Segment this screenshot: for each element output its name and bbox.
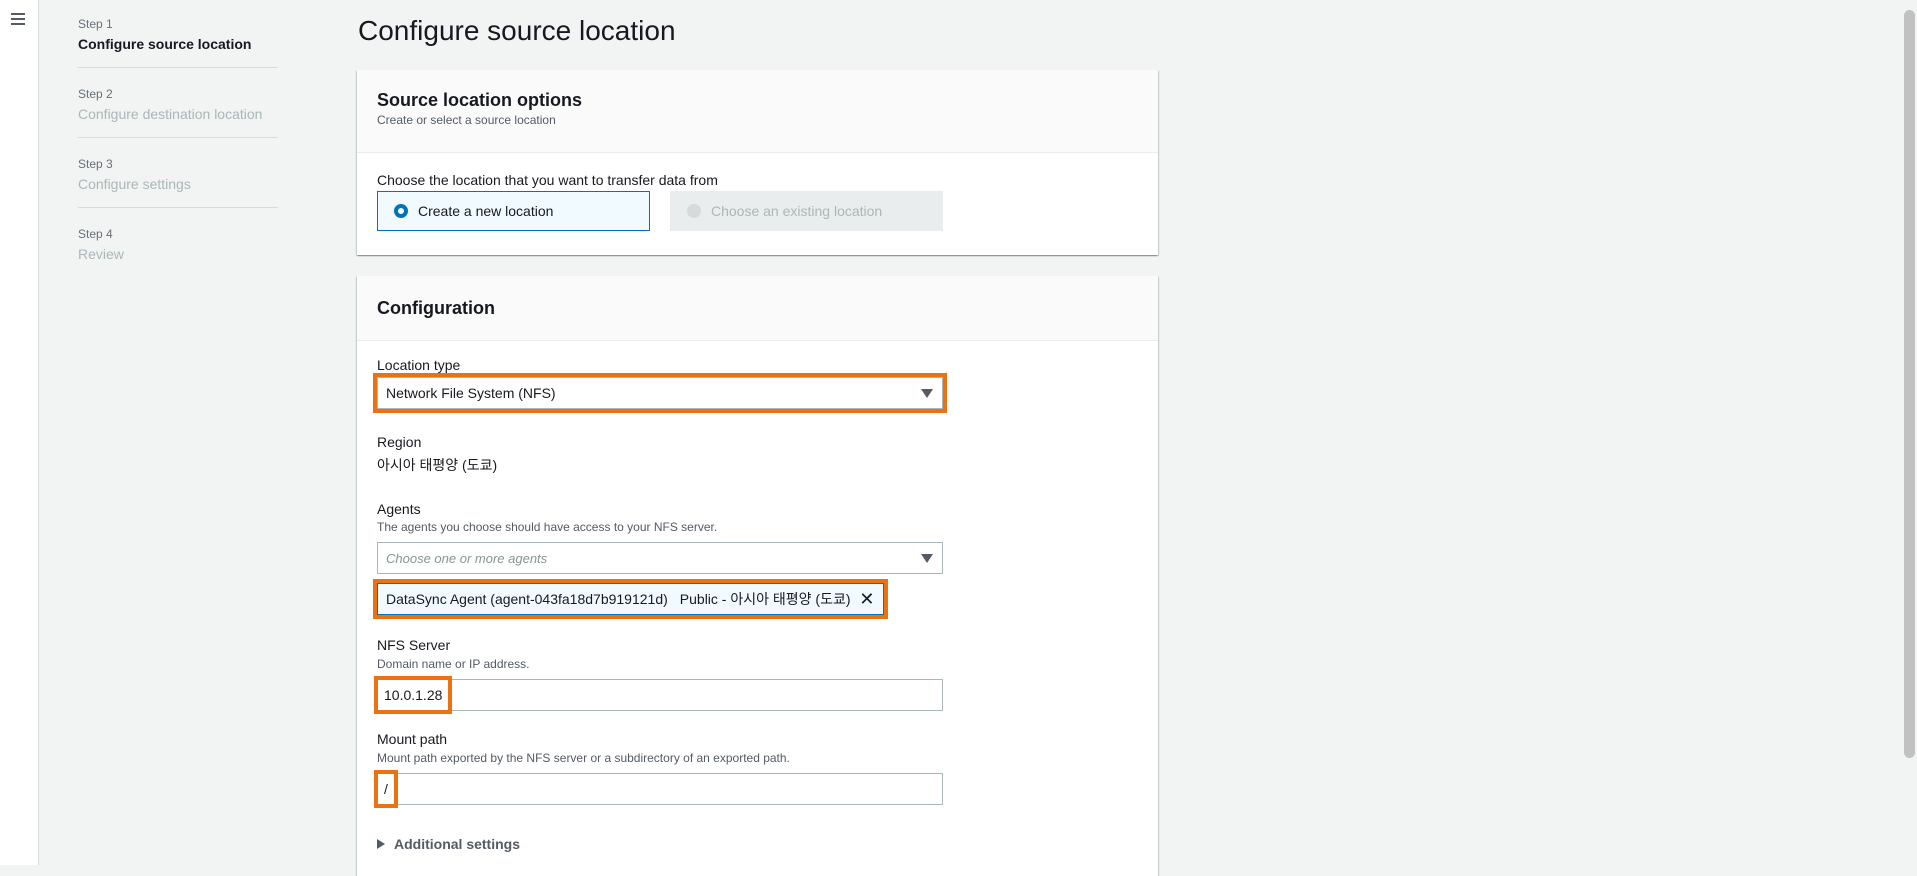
radio-selected-icon[interactable] xyxy=(394,204,408,218)
step-number: Step 1 xyxy=(78,17,113,31)
panel-header: Source location options Create or select… xyxy=(357,70,1158,153)
tile-label: Choose an existing location xyxy=(711,203,883,219)
mount-path-label: Mount path xyxy=(377,731,448,747)
source-options-panel: Source location options Create or select… xyxy=(357,70,1158,255)
source-choice-label: Choose the location that you want to tra… xyxy=(377,172,718,188)
location-type-value: Network File System (NFS) xyxy=(386,385,556,401)
nfs-server-value: 10.0.1.28 xyxy=(373,676,453,714)
choose-existing-location-tile: Choose an existing location xyxy=(670,191,943,231)
panel-title: Configuration xyxy=(377,298,495,318)
step-3: Step 3 Configure settings xyxy=(78,150,278,208)
caret-down-icon xyxy=(921,389,933,398)
caret-down-icon xyxy=(921,554,933,563)
location-type-select[interactable]: Network File System (NFS) xyxy=(373,373,947,413)
hamburger-menu-icon[interactable] xyxy=(11,13,25,25)
step-title: Review xyxy=(78,246,124,262)
region-label: Region xyxy=(377,434,422,450)
step-title: Configure destination location xyxy=(78,106,263,122)
page-title: Configure source location xyxy=(358,15,676,46)
panel-title: Source location options xyxy=(377,90,583,110)
expander-label: Additional settings xyxy=(394,836,520,852)
side-menu-rail xyxy=(0,0,39,865)
step-2: Step 2 Configure destination location xyxy=(78,80,278,138)
scrollbar[interactable] xyxy=(1900,0,1917,865)
location-type-label: Location type xyxy=(377,357,461,373)
panel-description: Create or select a source location xyxy=(377,113,556,127)
create-new-location-tile[interactable]: Create a new location xyxy=(377,191,650,231)
nfs-server-input[interactable]: 10.0.1.28 xyxy=(373,676,943,714)
agents-description: The agents you choose should have access… xyxy=(377,520,718,534)
agents-label: Agents xyxy=(377,501,421,517)
scrollbar-thumb[interactable] xyxy=(1904,10,1915,758)
step-number: Step 4 xyxy=(78,227,113,241)
wizard-steps: Step 1 Configure source location Step 2 … xyxy=(78,10,278,289)
step-number: Step 3 xyxy=(78,157,113,171)
mount-path-value: / xyxy=(374,770,398,808)
nfs-server-description: Domain name or IP address. xyxy=(377,657,530,671)
step-4: Step 4 Review xyxy=(78,220,278,277)
radio-disabled-icon xyxy=(687,204,701,218)
additional-settings-expander[interactable]: Additional settings xyxy=(377,836,520,852)
caret-right-icon xyxy=(377,839,385,849)
step-number: Step 2 xyxy=(78,87,113,101)
region-value: 아시아 태평양 (도쿄) xyxy=(377,457,498,473)
close-icon[interactable]: ✕ xyxy=(859,584,874,614)
agents-multiselect[interactable]: Choose one or more agents xyxy=(377,542,943,574)
mount-path-input[interactable]: / xyxy=(374,770,943,808)
step-title: Configure source location xyxy=(78,36,252,52)
mount-path-description: Mount path exported by the NFS server or… xyxy=(377,751,790,765)
selected-agent-token: DataSync Agent (agent-043fa18d7b919121d)… xyxy=(373,579,888,619)
configuration-panel: Configuration Location type Network File… xyxy=(357,276,1158,876)
step-1: Step 1 Configure source location xyxy=(78,10,278,68)
agent-token-name: DataSync Agent (agent-043fa18d7b919121d) xyxy=(386,591,668,607)
agents-placeholder: Choose one or more agents xyxy=(386,551,548,566)
agent-token-detail: Public - 아시아 태평양 (도쿄) xyxy=(679,591,851,607)
tile-label: Create a new location xyxy=(418,203,554,219)
step-title: Configure settings xyxy=(78,176,191,192)
panel-header: Configuration xyxy=(357,276,1158,341)
nfs-server-label: NFS Server xyxy=(377,637,451,653)
